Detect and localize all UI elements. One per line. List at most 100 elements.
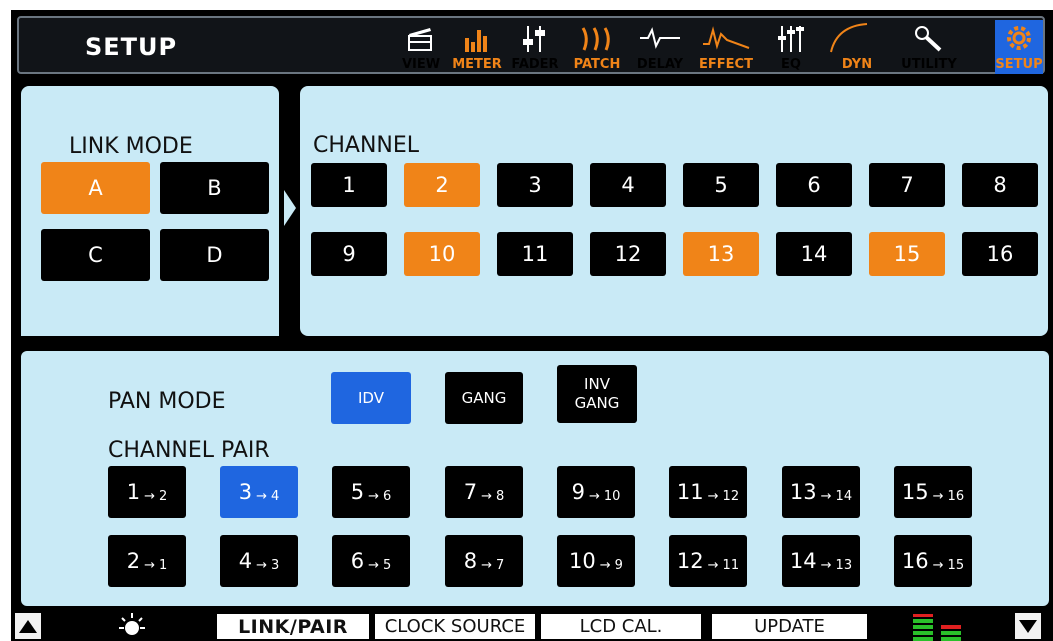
pair-button[interactable]: 13 → 14 — [782, 466, 860, 518]
tool-label: SETUP — [995, 57, 1043, 72]
pair-from: 5 — [350, 480, 365, 504]
pair-to: 14 — [835, 488, 853, 504]
pair-button[interactable]: 5 → 6 — [332, 466, 410, 518]
pair-from: 16 — [901, 549, 929, 573]
channel-button-9[interactable]: 9 — [311, 232, 387, 276]
channel-button-10[interactable]: 10 — [404, 232, 480, 276]
pair-button[interactable]: 6 → 5 — [332, 535, 410, 587]
pair-button[interactable]: 1 → 2 — [108, 466, 186, 518]
scroll-down-button[interactable] — [1015, 613, 1041, 639]
dyn-icon — [830, 23, 868, 53]
link-mode-button-c[interactable]: C — [41, 229, 150, 281]
channel-button-1[interactable]: 1 — [311, 163, 387, 207]
pair-to: 1 — [159, 557, 168, 573]
channel-button-13[interactable]: 13 — [683, 232, 759, 276]
tool-label: FADER — [511, 57, 559, 72]
tool-meter[interactable]: METER — [451, 20, 503, 74]
link-mode-panel: LINK MODE A B C D — [21, 86, 279, 336]
pair-button-selected[interactable]: 3 → 4 — [220, 466, 298, 518]
link-mode-button-b[interactable]: B — [160, 162, 269, 214]
pan-mode-heading: PAN MODE — [108, 389, 226, 414]
tab-clock-source[interactable]: CLOCK SOURCE — [375, 614, 535, 639]
pair-from: 14 — [789, 549, 817, 573]
pair-arrow: → — [256, 488, 267, 504]
patch-icon — [581, 27, 610, 51]
brightness-icon[interactable] — [115, 612, 149, 640]
pair-button[interactable]: 15 → 16 — [894, 466, 972, 518]
tool-label: EQ — [781, 57, 801, 72]
pair-button[interactable]: 4 → 3 — [220, 535, 298, 587]
pair-button[interactable]: 8 → 7 — [445, 535, 523, 587]
tab-lcd-cal[interactable]: LCD CAL. — [541, 614, 701, 639]
triangle-down-icon — [1019, 620, 1037, 633]
pair-to: 9 — [614, 557, 623, 573]
tab-link-pair[interactable]: LINK/PAIR — [217, 614, 369, 639]
tab-divider — [707, 614, 709, 641]
pair-button[interactable]: 9 → 10 — [557, 466, 635, 518]
tool-setup[interactable]: SETUP — [995, 20, 1043, 74]
channel-button-12[interactable]: 12 — [590, 232, 666, 276]
pair-to: 16 — [947, 488, 965, 504]
pair-from: 6 — [350, 549, 365, 573]
pair-button[interactable]: 7 → 8 — [445, 466, 523, 518]
channel-button-8[interactable]: 8 — [962, 163, 1038, 207]
channel-button-6[interactable]: 6 — [776, 163, 852, 207]
pair-button[interactable]: 16 → 15 — [894, 535, 972, 587]
pair-button[interactable]: 14 → 13 — [782, 535, 860, 587]
pair-from: 4 — [238, 549, 253, 573]
pair-button[interactable]: 10 → 9 — [557, 535, 635, 587]
pan-mode-gang-button[interactable]: GANG — [445, 372, 523, 424]
pair-from: 13 — [789, 480, 817, 504]
top-toolbar: SETUP VIEW METER FADER PATCH DELAY EFFEC… — [17, 16, 1045, 74]
channel-button-11[interactable]: 11 — [497, 232, 573, 276]
channel-heading: CHANNEL — [313, 133, 420, 158]
tool-fader[interactable]: FADER — [509, 20, 561, 74]
device-screen: SETUP VIEW METER FADER PATCH DELAY EFFEC… — [11, 10, 1053, 641]
pair-from: 1 — [126, 480, 141, 504]
channel-button-3[interactable]: 3 — [497, 163, 573, 207]
pair-arrow: → — [932, 488, 944, 504]
pair-from: 12 — [676, 549, 704, 573]
link-mode-button-d[interactable]: D — [160, 229, 269, 281]
pair-arrow: → — [707, 488, 719, 504]
tool-label: DELAY — [636, 57, 684, 72]
scroll-up-button[interactable] — [15, 613, 41, 639]
channel-button-14[interactable]: 14 — [776, 232, 852, 276]
pair-arrow: → — [368, 557, 379, 573]
channel-button-16[interactable]: 16 — [962, 232, 1038, 276]
pair-to: 11 — [722, 557, 740, 573]
triangle-up-icon — [19, 620, 37, 633]
tool-effect[interactable]: EFFECT — [693, 20, 759, 74]
channel-button-4[interactable]: 4 — [590, 163, 666, 207]
channel-button-15[interactable]: 15 — [869, 232, 945, 276]
gear-icon — [1007, 26, 1031, 50]
pair-arrow: → — [144, 557, 155, 573]
channel-button-5[interactable]: 5 — [683, 163, 759, 207]
tool-dyn[interactable]: DYN — [819, 20, 895, 74]
tool-label: DYN — [841, 57, 873, 72]
channel-button-2[interactable]: 2 — [404, 163, 480, 207]
effect-icon — [703, 26, 750, 50]
link-mode-button-a[interactable]: A — [41, 162, 150, 214]
tool-patch[interactable]: PATCH — [567, 20, 627, 74]
pair-button[interactable]: 11 → 12 — [669, 466, 747, 518]
pair-from: 15 — [901, 480, 929, 504]
pan-mode-inv-gang-button[interactable]: INV GANG — [557, 365, 637, 423]
tool-eq[interactable]: EQ — [771, 20, 811, 74]
pair-arrow: → — [707, 557, 719, 573]
level-meter-icon[interactable] — [907, 612, 971, 641]
pair-button[interactable]: 2 → 1 — [108, 535, 186, 587]
pair-to: 13 — [835, 557, 853, 573]
pair-button[interactable]: 12 → 11 — [669, 535, 747, 587]
utility-icon — [915, 26, 942, 52]
pan-mode-idv-button[interactable]: IDV — [331, 372, 411, 424]
tool-view[interactable]: VIEW — [401, 20, 441, 74]
tool-utility[interactable]: UTILITY — [899, 20, 959, 74]
tab-update[interactable]: UPDATE — [712, 614, 867, 639]
tool-delay[interactable]: DELAY — [631, 20, 689, 74]
pair-arrow: → — [932, 557, 944, 573]
channel-button-7[interactable]: 7 — [869, 163, 945, 207]
bottom-bar: LINK/PAIR CLOCK SOURCE LCD CAL. UPDATE — [11, 608, 1053, 641]
pair-to: 15 — [947, 557, 965, 573]
pair-arrow: → — [481, 557, 492, 573]
